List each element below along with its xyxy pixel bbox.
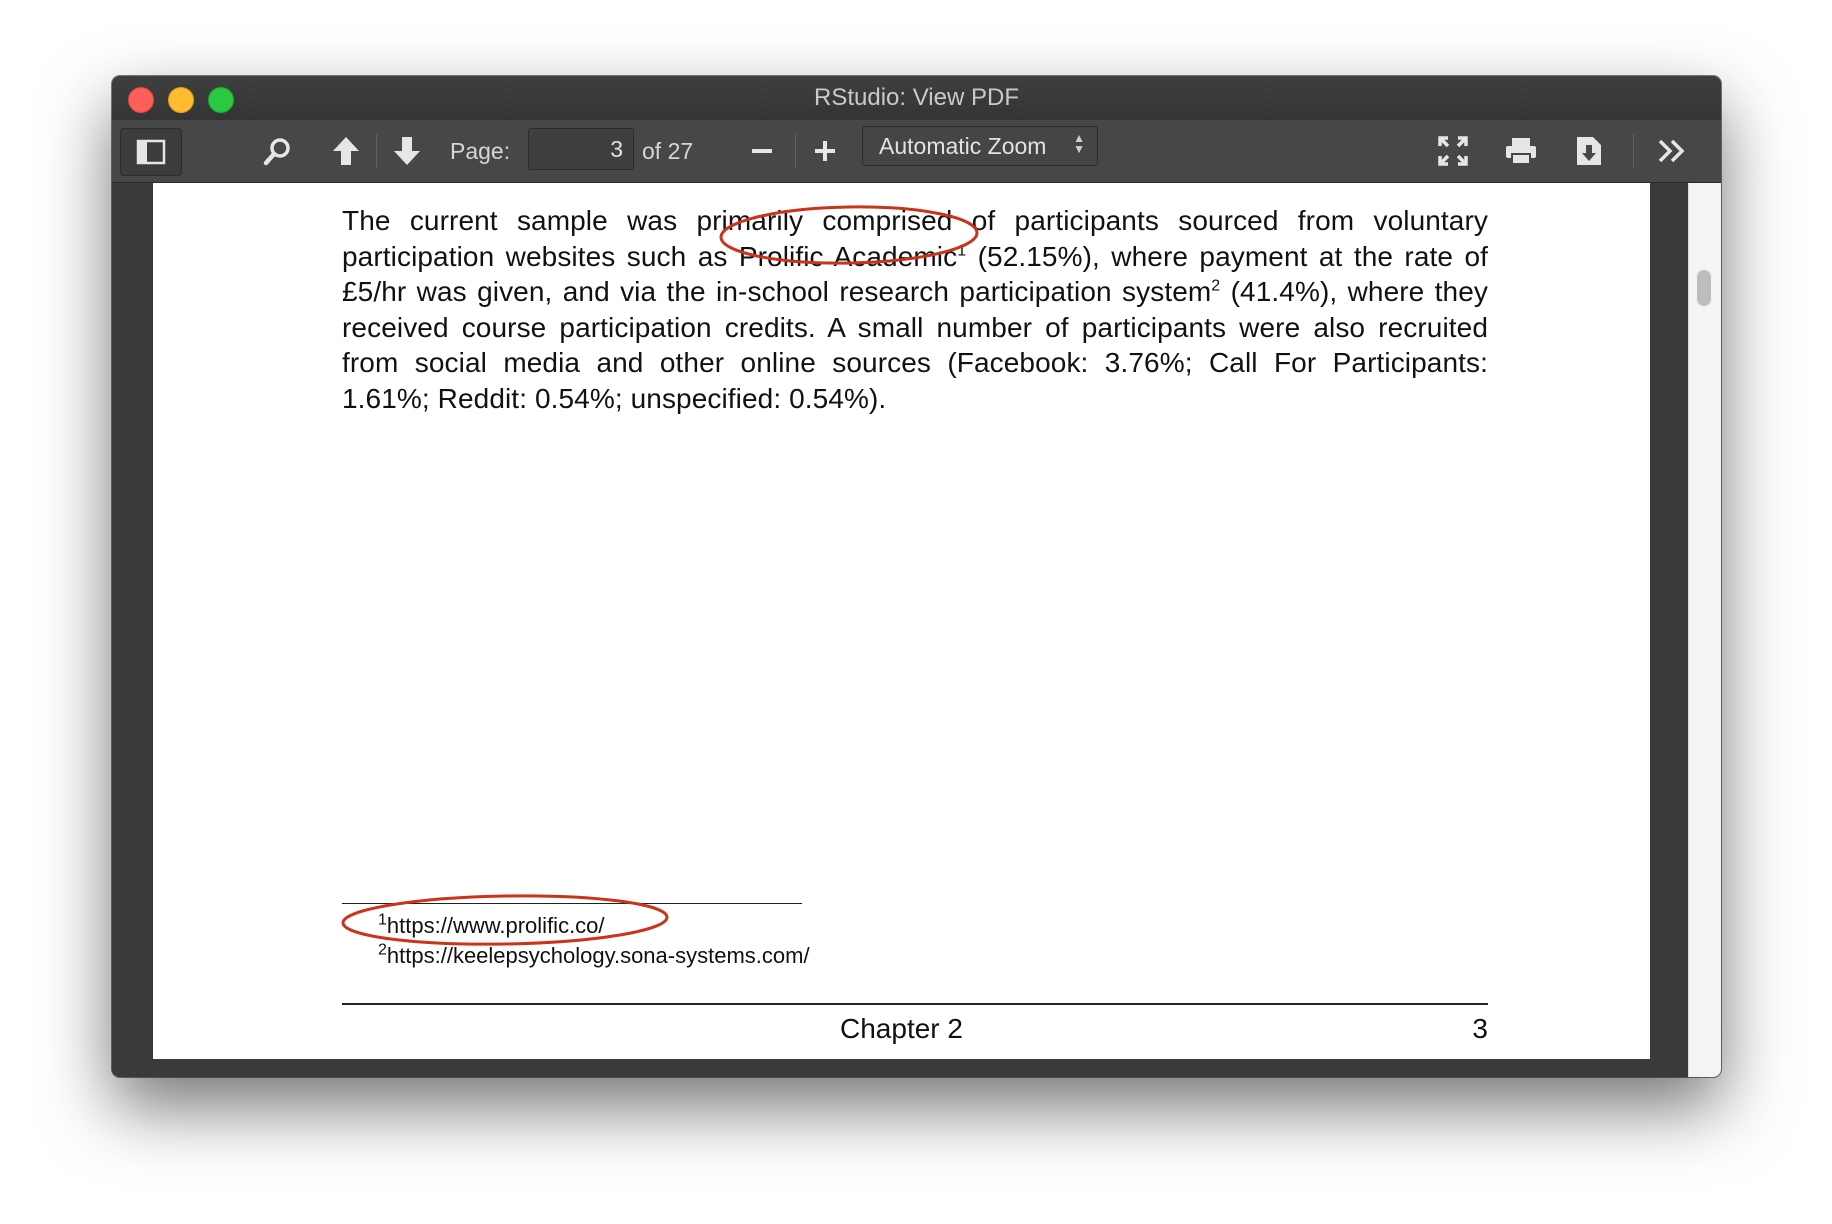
download-icon xyxy=(1577,137,1601,165)
zoom-out-button[interactable] xyxy=(744,134,780,168)
zoom-select[interactable]: Automatic Zoom ▲ ▼ xyxy=(862,126,1098,166)
plus-icon xyxy=(815,141,835,161)
search-icon xyxy=(263,138,290,166)
toolbar: Page: 3 of 27 Automatic Zoom ▲ ▼ xyxy=(112,120,1721,183)
footnote-2: 2https://keelepsychology.sona-systems.co… xyxy=(378,941,810,969)
footer-divider xyxy=(342,1003,1488,1005)
zoom-select-value: Automatic Zoom xyxy=(879,133,1047,159)
next-page-button[interactable] xyxy=(387,133,427,169)
pdf-page: The current sample was primarily compris… xyxy=(153,183,1650,1059)
document-viewer[interactable]: The current sample was primarily compris… xyxy=(112,183,1721,1077)
fullscreen-icon xyxy=(1438,136,1468,166)
more-tools-button[interactable] xyxy=(1652,133,1692,169)
zoom-window-button[interactable] xyxy=(208,87,234,113)
body-paragraph: The current sample was primarily compris… xyxy=(342,203,1488,416)
zoom-in-button[interactable] xyxy=(807,134,843,168)
minimize-window-button[interactable] xyxy=(168,87,194,113)
page-count-label: of 27 xyxy=(642,138,694,164)
footnote-ref-1[interactable]: 1 xyxy=(957,242,966,259)
footnote-1: 1https://www.prolific.co/ xyxy=(378,911,605,939)
footnote-url[interactable]: https://keelepsychology.sona-systems.com… xyxy=(387,943,810,968)
printer-icon xyxy=(1506,138,1536,165)
arrow-down-icon xyxy=(394,137,420,165)
footer-page-number: 3 xyxy=(1472,1013,1488,1044)
download-button[interactable] xyxy=(1569,133,1609,169)
print-button[interactable] xyxy=(1501,133,1541,169)
footnote-mark: 1 xyxy=(378,911,387,929)
page-number-input[interactable]: 3 xyxy=(528,128,634,170)
page-label: Page: xyxy=(450,138,511,164)
double-chevron-right-icon xyxy=(1658,139,1685,163)
close-window-button[interactable] xyxy=(128,87,154,113)
footnote-ref-2[interactable]: 2 xyxy=(1211,278,1220,295)
minus-icon xyxy=(752,149,772,153)
chevron-updown-icon: ▲ ▼ xyxy=(1073,131,1085,156)
footer-chapter: Chapter 2 xyxy=(840,1013,963,1044)
prolific-academic-text: Prolific Academic xyxy=(738,240,958,272)
find-button[interactable] xyxy=(258,134,298,168)
presentation-mode-button[interactable] xyxy=(1433,133,1473,169)
title-bar: RStudio: View PDF xyxy=(112,76,1721,120)
toggle-sidebar-button[interactable] xyxy=(120,128,182,176)
previous-page-button[interactable] xyxy=(326,133,366,169)
sidebar-icon xyxy=(136,139,166,165)
scrollbar-thumb[interactable] xyxy=(1697,270,1711,306)
vertical-scrollbar[interactable] xyxy=(1688,183,1721,1077)
arrow-up-icon xyxy=(333,137,359,165)
footnote-url[interactable]: https://www.prolific.co/ xyxy=(387,913,605,938)
footnote-mark: 2 xyxy=(378,941,387,959)
pdf-viewer-window: RStudio: View PDF Page: 3 of 27 Automati… xyxy=(112,76,1721,1077)
window-title: RStudio: View PDF xyxy=(814,84,1019,111)
footnote-divider xyxy=(342,903,802,904)
